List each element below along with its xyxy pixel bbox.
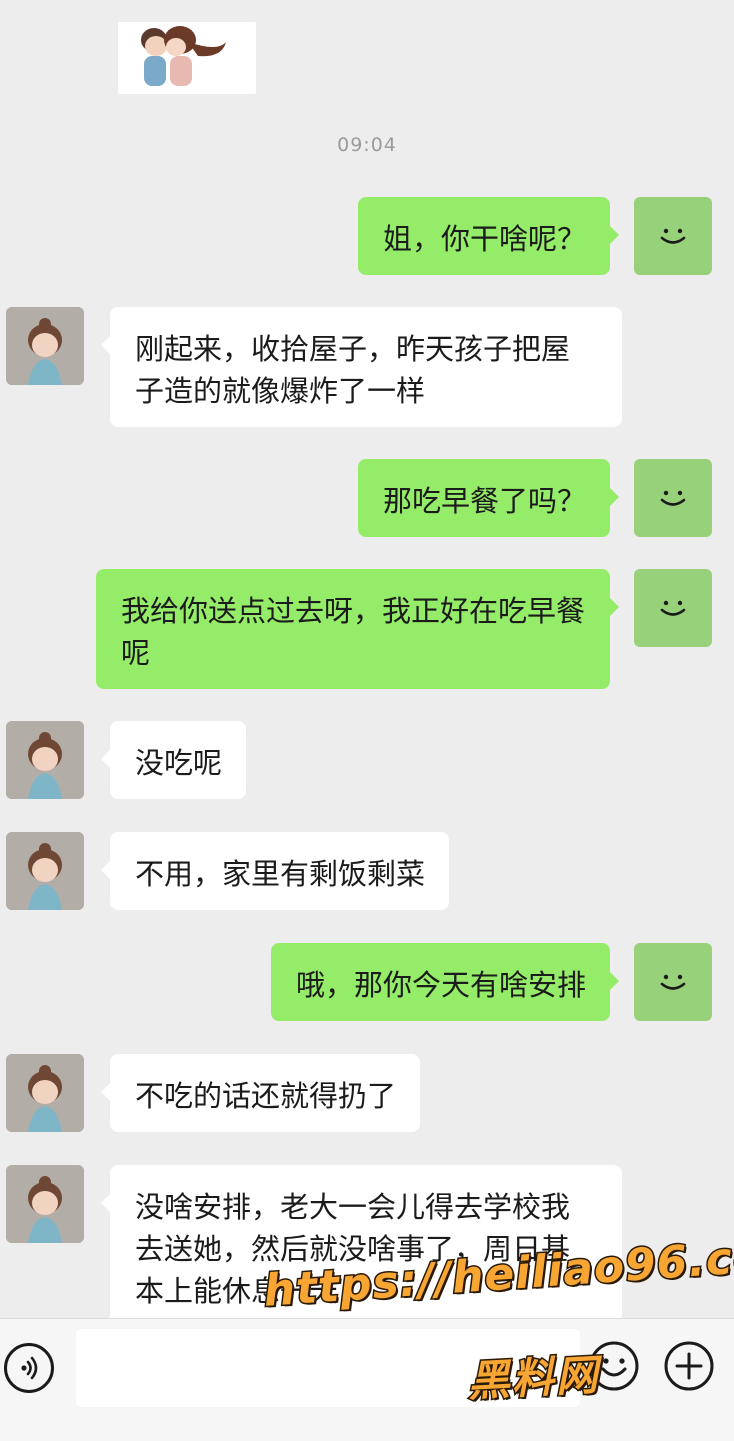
smile-icon	[660, 600, 686, 616]
voice-icon	[21, 1356, 38, 1380]
emoji-icon	[589, 1341, 639, 1391]
chat-area[interactable]: 09:04 姐，你干啥呢？ 刚起来，收拾屋子，昨天孩子把屋子造的就像爆炸了一样 …	[0, 0, 734, 1318]
contact-avatar[interactable]	[6, 1054, 84, 1132]
input-bar	[0, 1318, 734, 1441]
plus-icon	[664, 1341, 714, 1391]
received-message-bubble[interactable]: 不吃的话还就得扔了	[100, 1054, 421, 1132]
contact-avatar[interactable]	[6, 307, 84, 385]
message-input[interactable]	[76, 1329, 580, 1407]
message-row: 刚起来，收拾屋子，昨天孩子把屋子造的就像爆炸了一样	[0, 307, 734, 427]
message-row: 我给你送点过去呀，我正好在吃早餐呢	[0, 569, 734, 689]
message-timestamp: 09:04	[337, 134, 397, 156]
smile-icon	[660, 490, 686, 506]
cartoon-girl-icon	[6, 721, 84, 799]
received-message-bubble[interactable]: 没啥安排，老大一会儿得去学校我去送她，然后就没啥事了，周日基本上能休息一天	[101, 1165, 622, 1318]
smile-icon	[660, 974, 686, 990]
message-row: 姐，你干啥呢？	[0, 197, 734, 275]
message-row: 不吃的话还就得扔了	[0, 1054, 734, 1132]
my-avatar[interactable]	[634, 197, 712, 275]
sent-message-bubble[interactable]: 那吃早餐了吗？	[357, 459, 620, 537]
contact-avatar[interactable]	[6, 1165, 84, 1243]
cartoon-girl-icon	[6, 1054, 84, 1132]
message-row: 没啥安排，老大一会儿得去学校我去送她，然后就没啥事了，周日基本上能休息一天	[0, 1165, 734, 1318]
message-row: 没吃呢	[0, 721, 734, 799]
contact-avatar[interactable]	[6, 832, 84, 910]
sent-message-bubble[interactable]: 哦，那你今天有啥安排	[270, 943, 620, 1021]
contact-avatar[interactable]	[6, 721, 84, 799]
received-message-bubble[interactable]: 刚起来，收拾屋子，昨天孩子把屋子造的就像爆炸了一样	[101, 307, 622, 427]
emoji-button[interactable]	[587, 1339, 641, 1393]
voice-button[interactable]	[4, 1343, 54, 1393]
received-message-bubble[interactable]: 不用，家里有剩饭剩菜	[100, 832, 450, 910]
more-options-button[interactable]	[662, 1339, 716, 1393]
smile-icon	[660, 228, 686, 244]
message-row: 不用，家里有剩饭剩菜	[0, 832, 734, 910]
my-avatar[interactable]	[634, 569, 712, 647]
my-avatar[interactable]	[634, 459, 712, 537]
cartoon-girl-icon	[6, 1165, 84, 1243]
sticker-image[interactable]	[118, 22, 256, 94]
cartoon-girl-icon	[6, 832, 84, 910]
my-avatar[interactable]	[634, 943, 712, 1021]
received-message-bubble[interactable]: 没吃呢	[100, 721, 247, 799]
message-row: 那吃早餐了吗？	[0, 459, 734, 537]
sent-message-bubble[interactable]: 姐，你干啥呢？	[357, 197, 620, 275]
message-row: 哦，那你今天有啥安排	[0, 943, 734, 1021]
sent-message-bubble[interactable]: 我给你送点过去呀，我正好在吃早餐呢	[96, 569, 619, 689]
kissing-couple-sticker	[118, 22, 256, 94]
cartoon-girl-icon	[6, 307, 84, 385]
